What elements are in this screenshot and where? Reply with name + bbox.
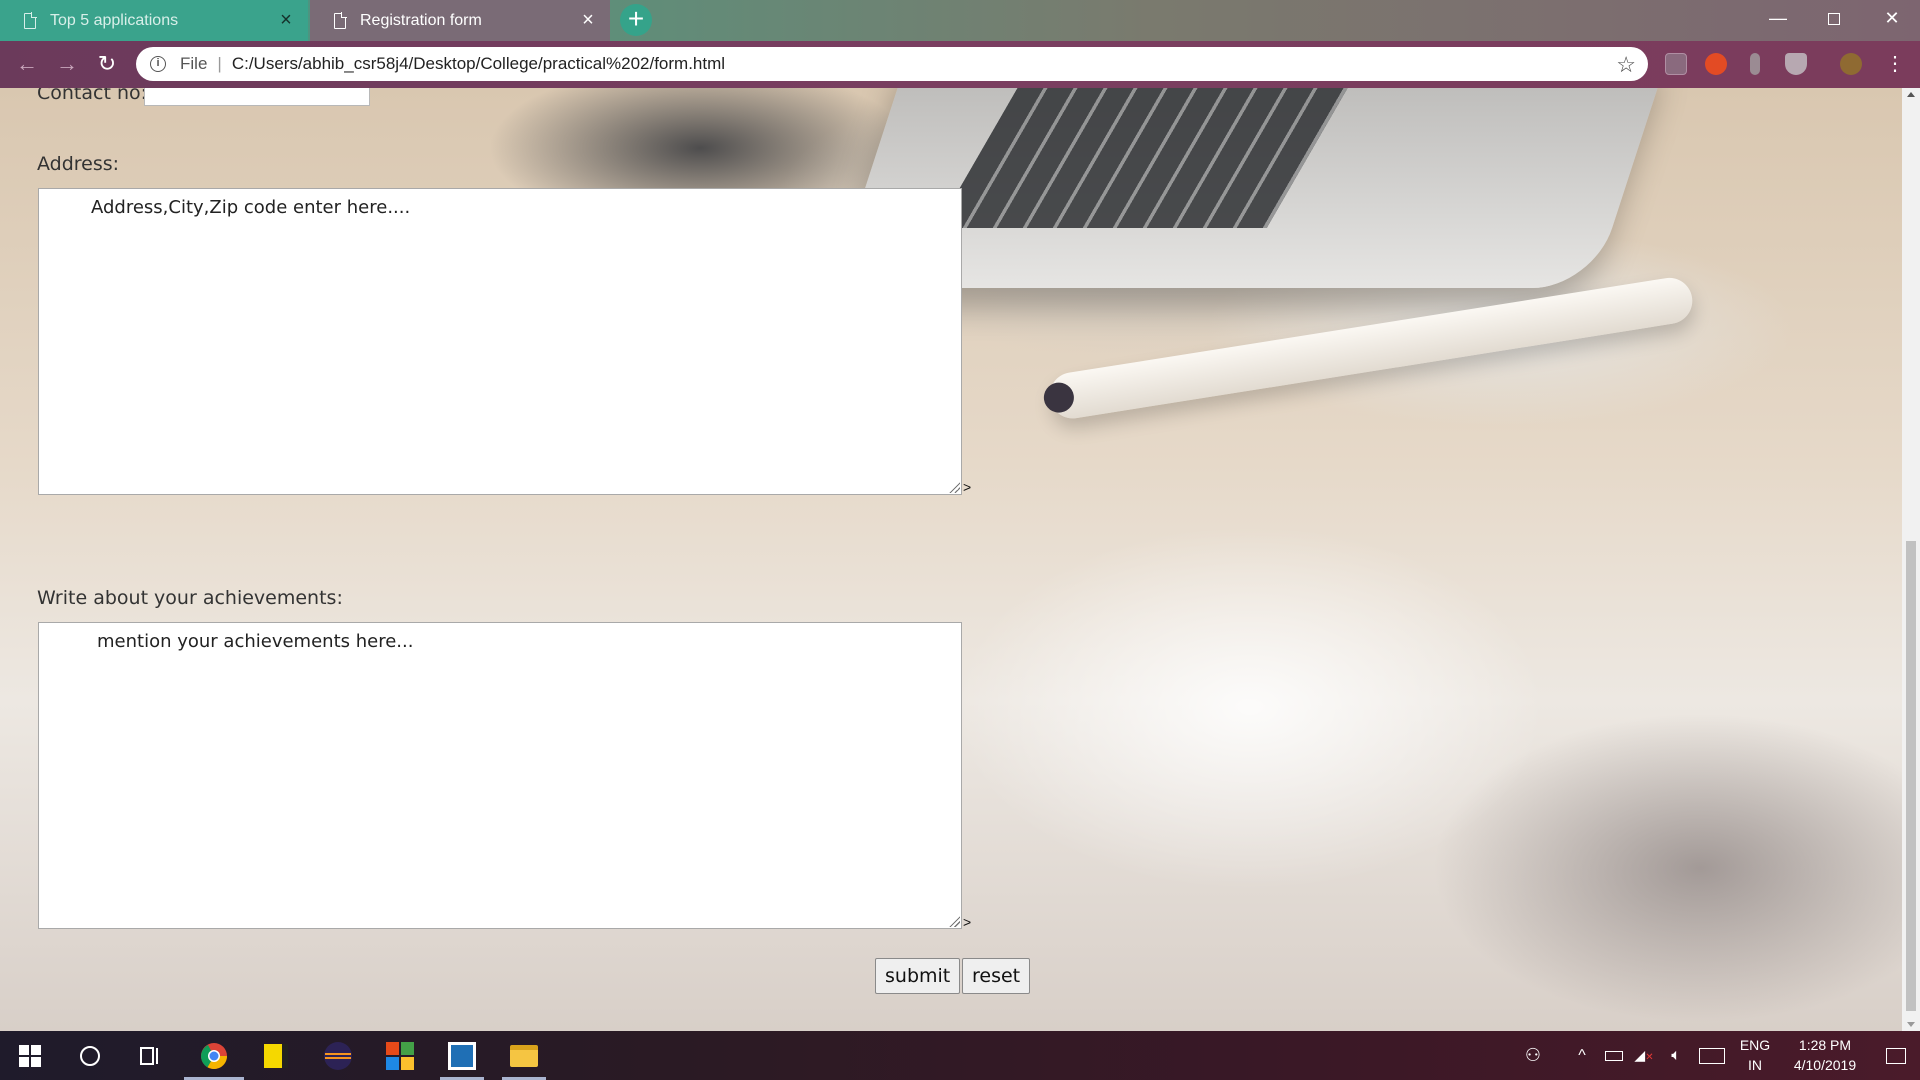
reload-button[interactable]: ↻: [92, 49, 122, 79]
new-tab-button[interactable]: +: [620, 4, 652, 36]
background-pen-image: [1046, 274, 1696, 422]
clock[interactable]: 1:28 PM 4/10/2019: [1775, 1035, 1875, 1075]
battery-icon: [1605, 1050, 1623, 1061]
tab-title: Registration form: [360, 11, 482, 29]
reset-button[interactable]: reset: [962, 958, 1031, 994]
resize-grip-icon[interactable]: [948, 481, 960, 493]
scroll-up-icon[interactable]: [1907, 92, 1915, 97]
url-separator: |: [217, 54, 222, 73]
contact-label: Contact no:: [37, 88, 148, 104]
address-label: Address:: [37, 153, 120, 175]
shield-extension-icon[interactable]: [1785, 53, 1807, 75]
minimize-button[interactable]: —: [1750, 0, 1806, 36]
tab-top-5-applications[interactable]: Top 5 applications ×: [0, 0, 308, 41]
achievements-label: Write about your achievements:: [37, 587, 343, 609]
resize-grip-icon[interactable]: [948, 915, 960, 927]
bracket-app-icon: [448, 1041, 476, 1070]
close-tab-icon[interactable]: ×: [578, 10, 598, 30]
infinity-extension-icon[interactable]: [1705, 53, 1727, 75]
profile-avatar-icon[interactable]: [1840, 53, 1862, 75]
chevron-up-icon: ^: [1578, 1046, 1586, 1064]
back-button[interactable]: ←: [12, 49, 42, 79]
chrome-icon: [200, 1042, 228, 1069]
vertical-scrollbar[interactable]: [1902, 88, 1920, 1031]
pdf-extension-icon[interactable]: [1665, 53, 1687, 75]
forward-icon: →: [56, 51, 78, 76]
start-button[interactable]: [0, 1031, 60, 1080]
browser-menu-button[interactable]: ⋮: [1880, 49, 1910, 79]
windows-taskbar: ⚇ ^ ◢✕ 🔈︎ ENG IN 1:28 PM 4/10/2019: [0, 1031, 1920, 1080]
region-code: IN: [1748, 1057, 1762, 1073]
language-code: ENG: [1739, 1037, 1771, 1053]
figure-extension-icon[interactable]: [1750, 53, 1760, 75]
speaker-icon: 🔈︎: [1671, 1046, 1681, 1064]
show-hidden-icons-button[interactable]: ^: [1565, 1031, 1599, 1080]
sticky-notes-icon: [264, 1043, 288, 1068]
clock-time: 1:28 PM: [1798, 1037, 1852, 1053]
info-icon[interactable]: i: [150, 56, 166, 72]
restore-icon: [1828, 13, 1840, 26]
taskbar-file-explorer[interactable]: [494, 1031, 554, 1080]
url-text[interactable]: C:/Users/abhib_csr58j4/Desktop/College/p…: [232, 54, 725, 74]
close-icon: ✕: [1884, 8, 1900, 28]
cortana-search-icon: [80, 1045, 100, 1066]
address-placeholder: Address,City,Zip code enter here....: [91, 197, 411, 218]
menu-dots-icon: ⋮: [1885, 53, 1905, 75]
cortana-button[interactable]: [60, 1031, 120, 1080]
page-icon: [24, 11, 37, 29]
achievements-placeholder: mention your achievements here...: [97, 631, 414, 652]
minimize-icon: —: [1769, 8, 1787, 28]
file-explorer-icon: [510, 1044, 538, 1067]
plus-icon: +: [627, 3, 645, 34]
page-viewport: Contact no: Address: Address,City,Zip co…: [0, 88, 1902, 1031]
office-icon: [386, 1041, 414, 1070]
url-scheme-label: File: [180, 54, 208, 73]
taskbar-eclipse[interactable]: [308, 1031, 368, 1080]
taskbar-sticky-notes[interactable]: [246, 1031, 306, 1080]
browser-toolbar: ← → ↻ i File | C:/Users/abhib_csr58j4/De…: [0, 41, 1920, 88]
task-view-button[interactable]: [120, 1031, 180, 1080]
forward-button[interactable]: →: [52, 49, 82, 79]
close-tab-icon[interactable]: ×: [276, 10, 296, 30]
language-indicator[interactable]: ENG IN: [1735, 1035, 1775, 1075]
scrollbar-thumb[interactable]: [1906, 541, 1916, 1011]
stray-text: >: [963, 914, 972, 930]
scroll-down-icon[interactable]: [1907, 1022, 1915, 1027]
people-icon: ⚇: [1524, 1045, 1542, 1065]
page-icon: [334, 11, 347, 29]
taskbar-office[interactable]: [370, 1031, 430, 1080]
submit-button[interactable]: submit: [875, 958, 961, 994]
battery-status[interactable]: [1598, 1031, 1630, 1080]
notification-icon: [1886, 1047, 1906, 1064]
address-textarea[interactable]: Address,City,Zip code enter here....: [38, 188, 962, 495]
clock-date: 4/10/2019: [1793, 1057, 1857, 1073]
restore-button[interactable]: [1806, 0, 1862, 36]
taskbar-chrome[interactable]: [184, 1031, 244, 1080]
task-view-icon: [140, 1046, 158, 1065]
address-bar[interactable]: i File | C:/Users/abhib_csr58j4/Desktop/…: [136, 47, 1648, 81]
stray-text: >: [963, 479, 972, 495]
action-center-button[interactable]: [1872, 1031, 1920, 1080]
tab-title: Top 5 applications: [50, 11, 179, 29]
reload-icon: ↻: [97, 51, 117, 76]
touch-keyboard-button[interactable]: [1692, 1031, 1732, 1080]
network-status[interactable]: ◢✕: [1628, 1031, 1660, 1080]
tab-strip: Top 5 applications × Registration form ×…: [0, 0, 1920, 41]
eclipse-icon: [324, 1041, 352, 1070]
achievements-textarea[interactable]: mention your achievements here...: [38, 622, 962, 929]
taskbar-bracket-app[interactable]: [432, 1031, 492, 1080]
tab-registration-form[interactable]: Registration form ×: [310, 0, 610, 41]
close-window-button[interactable]: ✕: [1864, 0, 1920, 36]
people-button[interactable]: ⚇: [1508, 1031, 1558, 1080]
back-icon: ←: [16, 51, 38, 76]
keyboard-icon: [1699, 1047, 1725, 1064]
star-icon[interactable]: ☆: [1616, 52, 1636, 78]
windows-start-icon: [19, 1044, 41, 1067]
volume-control[interactable]: 🔈︎: [1660, 1031, 1692, 1080]
contact-field[interactable]: [144, 88, 370, 106]
wifi-disconnected-icon: ◢✕: [1634, 1047, 1654, 1063]
